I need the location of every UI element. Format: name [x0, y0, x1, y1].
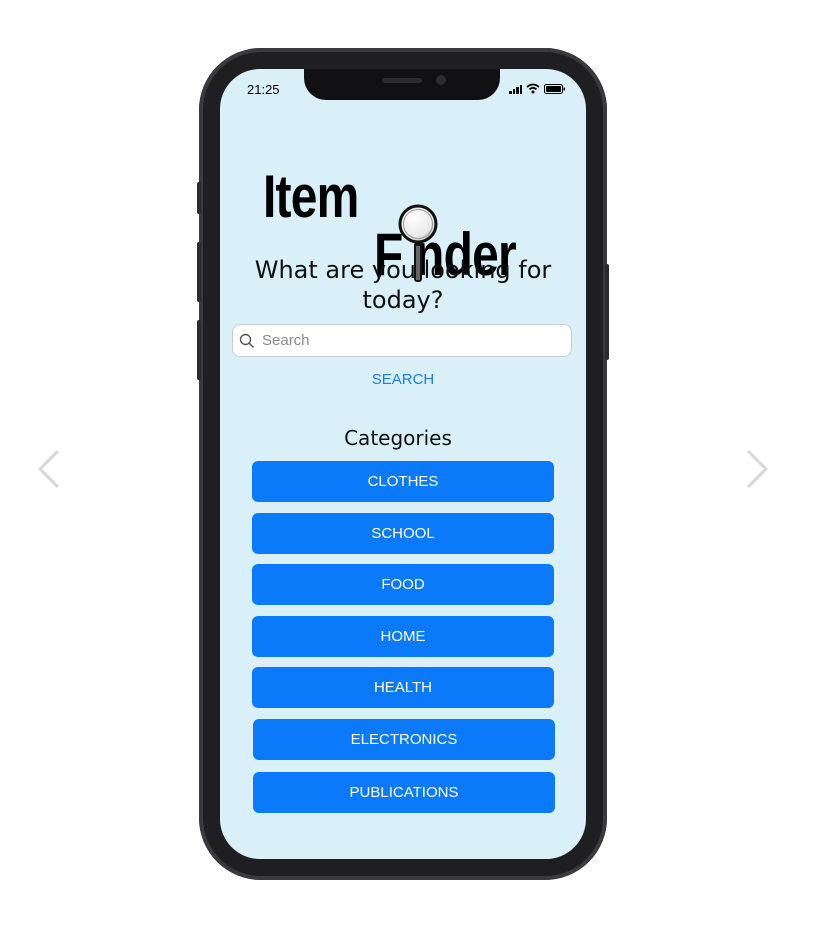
category-button-electronics[interactable]: ELECTRONICS — [253, 719, 555, 760]
next-arrow-icon[interactable] — [736, 447, 776, 491]
category-button-school[interactable]: SCHOOL — [252, 513, 554, 554]
volume-up-button — [197, 242, 201, 302]
page-headline: What are you looking for today? — [254, 256, 552, 314]
power-button — [605, 264, 609, 360]
mute-switch — [197, 182, 201, 214]
category-button-home[interactable]: HOME — [252, 616, 554, 657]
category-button-clothes[interactable]: CLOTHES — [252, 461, 554, 502]
search-icon — [239, 333, 255, 348]
phone-frame: 21:25 Item F nder What are you looking f… — [197, 48, 609, 880]
logo-line-1: Item — [263, 163, 359, 230]
search-box[interactable] — [232, 324, 572, 357]
previous-arrow-icon[interactable] — [30, 447, 70, 491]
search-input[interactable] — [260, 331, 564, 350]
category-button-publications[interactable]: PUBLICATIONS — [253, 772, 555, 813]
phone-screen: 21:25 Item F nder What are you looking f… — [220, 69, 586, 859]
search-button[interactable]: SEARCH — [220, 371, 586, 388]
category-button-health[interactable]: HEALTH — [252, 667, 554, 708]
category-button-food[interactable]: FOOD — [252, 564, 554, 605]
volume-down-button — [197, 320, 201, 380]
categories-title: Categories — [344, 426, 452, 450]
